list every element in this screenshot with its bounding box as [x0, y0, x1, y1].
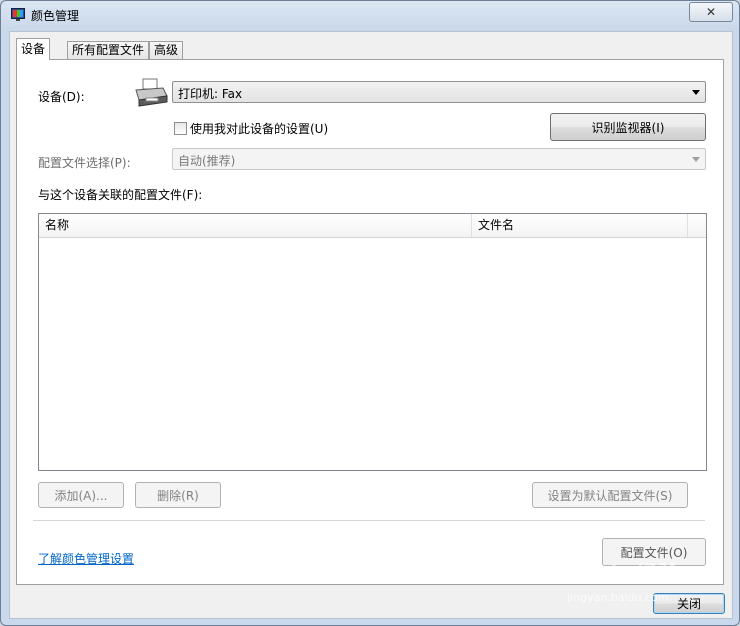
separator [33, 520, 705, 522]
associated-profiles-label: 与这个设备关联的配置文件(F): [38, 188, 203, 202]
device-select-value: 打印机: Fax [178, 87, 243, 101]
profile-selection-value: 自动(推荐) [178, 154, 236, 168]
associated-profiles-list[interactable]: 名称 文件名 [38, 213, 707, 471]
identify-monitors-button[interactable]: 识别监视器(I) [550, 113, 706, 141]
close-window-button[interactable]: ✕ [689, 2, 733, 22]
column-header-filename[interactable]: 文件名 [472, 214, 688, 237]
color-management-window: 颜色管理 ✕ 设备 所有配置文件 高级 设备(D): 打印机: Fax 使用我对… [0, 0, 740, 626]
profile-selection-select[interactable]: 自动(推荐) [172, 148, 706, 170]
title-bar[interactable]: 颜色管理 ✕ [1, 1, 739, 29]
baidu-watermark: Baidu经验 [561, 562, 676, 587]
device-label: 设备(D): [38, 90, 85, 104]
use-my-settings-label[interactable]: 使用我对此设备的设置(U) [190, 120, 328, 137]
close-icon: ✕ [705, 5, 717, 19]
column-header-name[interactable]: 名称 [39, 214, 472, 237]
tab-advanced[interactable]: 高级 [149, 41, 184, 59]
device-select[interactable]: 打印机: Fax [172, 81, 706, 103]
window-title: 颜色管理 [31, 9, 80, 23]
column-header-filler [688, 214, 706, 237]
learn-color-management-link[interactable]: 了解颜色管理设置 [38, 550, 134, 567]
baidu-watermark-url: jingyan.baidu.com [567, 591, 669, 604]
profile-selection-label: 配置文件选择(P): [38, 156, 131, 170]
tab-devices[interactable]: 设备 [16, 38, 51, 60]
printer-icon [135, 78, 168, 107]
list-header: 名称 文件名 [39, 214, 706, 238]
tab-all-profiles[interactable]: 所有配置文件 [67, 41, 150, 59]
color-management-app-icon [11, 8, 25, 21]
chevron-down-icon [692, 157, 700, 162]
add-profile-button[interactable]: 添加(A)... [38, 482, 124, 508]
set-default-profile-button[interactable]: 设置为默认配置文件(S) [532, 482, 688, 508]
devices-tab-panel: 设备(D): 打印机: Fax 使用我对此设备的设置(U) 识别监视器(I) 配… [16, 59, 724, 585]
use-my-settings-checkbox[interactable] [174, 122, 187, 135]
dialog-client-area: 设备 所有配置文件 高级 设备(D): 打印机: Fax 使用我对此设备的设置(… [9, 31, 733, 619]
chevron-down-icon [692, 90, 700, 95]
remove-profile-button[interactable]: 删除(R) [135, 482, 221, 508]
